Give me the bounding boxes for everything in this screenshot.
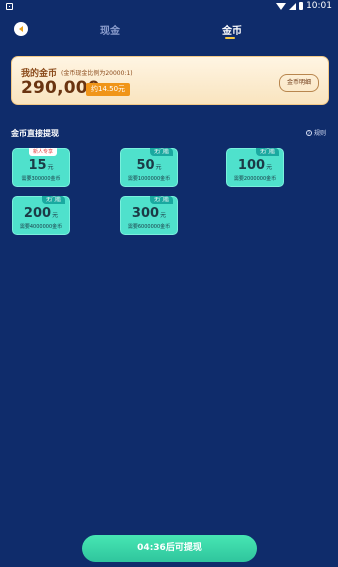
option-badge: 无门槛 [149,196,173,204]
option-badge: 新人专享 [29,148,58,156]
option-badge: 无门槛 [255,148,279,156]
withdraw-option-50[interactable]: 无门槛 50元 需要1000000金币 [120,148,178,187]
coin-equivalent-badge: 约14.50元 [86,83,131,96]
back-button[interactable] [14,22,28,36]
active-tab-indicator [225,37,235,39]
help-icon: ? [305,129,312,136]
option-requirement: 需要4000000金币 [19,224,63,230]
option-amount: 15元 [28,158,54,173]
withdraw-option-300[interactable]: 无门槛 300元 需要6000000金币 [120,196,178,235]
signal-icon [289,2,297,10]
coin-detail-button[interactable]: 金币明细 [278,74,319,92]
coin-balance-card: 我的金币 (金币现金比例为20000:1) 290,000 约14.50元 金币… [11,56,329,105]
withdraw-option-100[interactable]: 无门槛 100元 需要2000000金币 [226,148,284,187]
option-amount: 100元 [237,158,273,173]
option-requirement: 需要300000金币 [21,176,61,182]
option-amount: 50元 [136,158,162,173]
status-bar: 10:01 [0,0,338,14]
battery-icon [299,2,304,10]
back-arrow-icon [18,26,23,32]
option-amount: 300元 [131,206,167,221]
option-amount: 200元 [23,206,59,221]
option-badge: 无门槛 [41,196,65,204]
status-time: 10:01 [306,1,332,11]
withdraw-option-200[interactable]: 无门槛 200元 需要4000000金币 [12,196,70,235]
notification-icon [6,3,13,10]
section-title: 金币直接提现 [11,129,59,138]
option-requirement: 需要1000000金币 [127,176,171,182]
tab-coin[interactable]: 金币 [222,22,242,37]
rules-label: 规则 [313,130,326,137]
rules-link[interactable]: ? 规则 [305,128,326,137]
option-requirement: 需要6000000金币 [127,224,171,230]
withdraw-countdown-button[interactable]: 04:36后可提现 [82,535,257,562]
withdraw-option-15[interactable]: 新人专享 15元 需要300000金币 [12,148,70,187]
option-badge: 无门槛 [149,148,173,156]
tab-cash[interactable]: 现金 [100,22,120,37]
wifi-icon [276,2,287,10]
option-requirement: 需要2000000金币 [233,176,277,182]
coin-ratio-note: (金币现金比例为20000:1) [61,70,133,77]
status-indicators: 10:01 [276,1,332,11]
header: 现金 金币 [0,16,338,42]
